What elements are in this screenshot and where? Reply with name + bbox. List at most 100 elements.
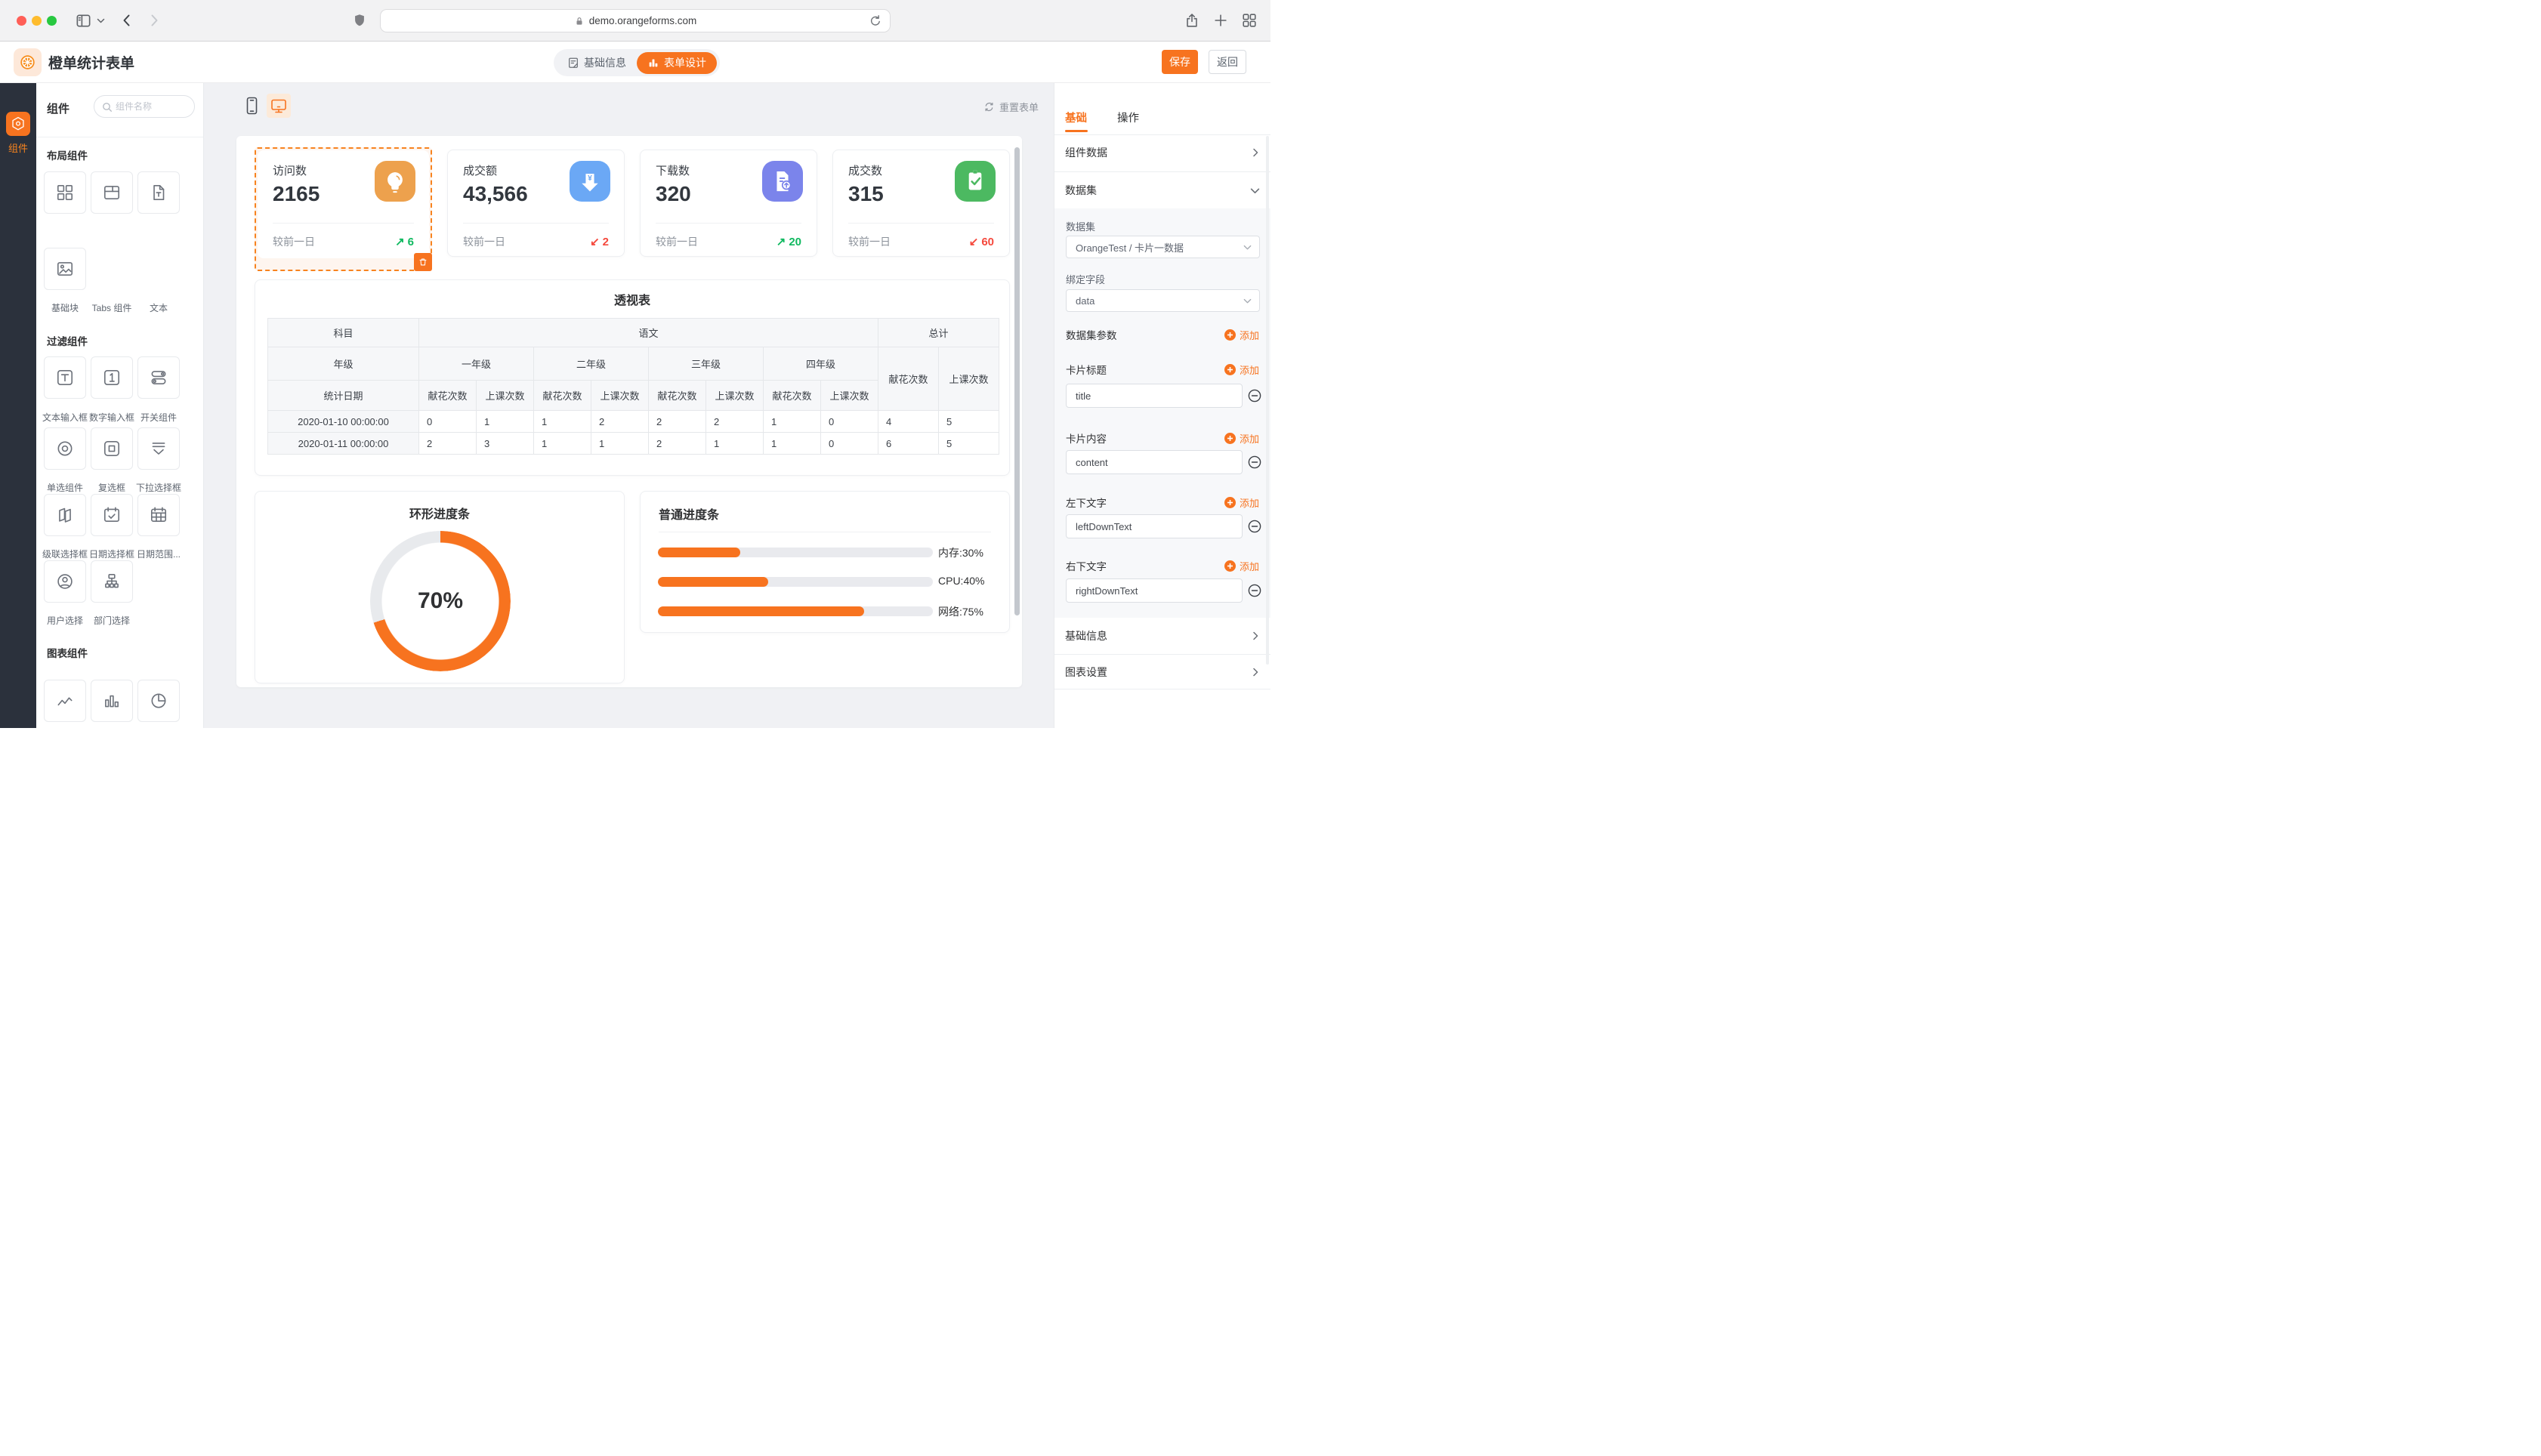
component-search-input[interactable] [116, 97, 191, 116]
ring-progress-card[interactable]: 环形进度条 70% [255, 491, 625, 683]
tab-basic-info[interactable]: 基础信息 [557, 52, 637, 74]
pivot-metric: 上课次数 [477, 381, 534, 411]
back-button-app[interactable]: 返回 [1209, 50, 1246, 74]
component-search[interactable] [94, 95, 195, 118]
canvas-scrollbar[interactable] [1014, 147, 1020, 615]
inspector-scrollbar[interactable] [1266, 136, 1269, 665]
document-upload-icon [762, 161, 803, 202]
component-bar-chart[interactable] [91, 680, 133, 722]
progress-label: CPU:40% [938, 575, 984, 587]
component-text-input[interactable] [44, 356, 86, 399]
back-button[interactable] [119, 13, 134, 28]
remove-card-title-button[interactable] [1248, 389, 1261, 403]
component-radio[interactable] [44, 427, 86, 470]
component-user-select[interactable] [44, 560, 86, 603]
dataset-select[interactable]: OrangeTest / 卡片一数据 [1066, 236, 1260, 258]
left-down-input-wrap [1066, 514, 1243, 538]
component-text[interactable] [137, 171, 180, 214]
tab-overview-icon[interactable] [1241, 12, 1258, 29]
pivot-metric: 献花次数 [649, 381, 706, 411]
property-inspector: 基础 操作 组件数据 数据集 数据集 OrangeTest / 卡片一数据 绑定… [1054, 83, 1270, 728]
card-content-input[interactable] [1067, 451, 1242, 474]
row-basic-info[interactable]: 基础信息 [1054, 618, 1270, 654]
pivot-metric: 上课次数 [939, 347, 999, 411]
card-title-input[interactable] [1067, 384, 1242, 407]
component-number-input[interactable] [91, 356, 133, 399]
left-down-input[interactable] [1067, 515, 1242, 538]
progress-bars-card[interactable]: 普通进度条 内存:30% CPU:40% 网络:75% [640, 491, 1010, 633]
app-header: 橙单统计表单 基础信息 表单设计 保存 返回 [0, 42, 1270, 83]
add-card-content-button[interactable]: 添加 [1224, 431, 1259, 446]
new-tab-icon[interactable] [1212, 12, 1229, 29]
row-dataset-group[interactable]: 数据集 [1054, 172, 1270, 208]
stat-card-deal-amount[interactable]: 成交额 43,566 ¥ 较前一日 ↙2 [447, 150, 625, 257]
pivot-total: 总计 [878, 319, 999, 347]
minimize-window-button[interactable] [32, 16, 42, 26]
component-basic-block[interactable] [44, 171, 86, 214]
refresh-icon[interactable] [869, 14, 882, 28]
close-window-button[interactable] [17, 16, 26, 26]
remove-left-down-button[interactable] [1248, 520, 1261, 533]
progress-title: 普通进度条 [659, 504, 719, 523]
remove-card-content-button[interactable] [1248, 455, 1261, 469]
row-chart-settings[interactable]: 图表设置 [1054, 654, 1270, 690]
sidebar-toggle-icon[interactable] [75, 12, 92, 29]
stat-card-deals[interactable]: 成交数 315 较前一日 ↙60 [832, 150, 1010, 257]
privacy-shield-icon[interactable] [352, 13, 367, 28]
plus-circle-icon [1224, 364, 1236, 375]
inspector-tab-actions[interactable]: 操作 [1117, 110, 1139, 125]
progress-track [658, 548, 933, 557]
remove-right-down-button[interactable] [1248, 584, 1261, 597]
plus-circle-icon [1224, 329, 1236, 341]
add-param-button[interactable]: 添加 [1224, 328, 1259, 342]
component-pie-chart[interactable] [137, 680, 180, 722]
ring-percent-label: 70% [370, 531, 511, 671]
component-line-chart[interactable] [44, 680, 86, 722]
card-content-input-wrap [1066, 450, 1243, 474]
mobile-preview-button[interactable] [239, 94, 264, 118]
progress-label: 内存:30% [938, 545, 983, 560]
stat-value: 320 [656, 182, 691, 206]
component-date-range[interactable] [137, 494, 180, 536]
zoom-window-button[interactable] [47, 16, 57, 26]
component-tabs[interactable] [91, 171, 133, 214]
save-button[interactable]: 保存 [1162, 50, 1198, 74]
component-select[interactable] [137, 427, 180, 470]
forward-button[interactable] [147, 13, 162, 28]
divider [273, 223, 414, 224]
divider [656, 223, 801, 224]
component-cascader[interactable] [44, 494, 86, 536]
stat-value: 315 [848, 182, 884, 206]
text-input-icon [55, 368, 75, 387]
add-card-title-button[interactable]: 添加 [1224, 362, 1259, 377]
chevron-down-icon[interactable] [97, 18, 105, 24]
desktop-preview-button[interactable] [267, 94, 291, 118]
stat-card-visits[interactable]: 访问数 2165 较前一日 ↗6 [258, 150, 429, 258]
row-component-data[interactable]: 组件数据 [1054, 134, 1270, 171]
tabs-layout-icon [102, 183, 122, 202]
reset-form-button[interactable]: 重置表单 [983, 100, 1039, 114]
inspector-tab-basic[interactable]: 基础 [1065, 110, 1087, 125]
component-switch[interactable] [137, 356, 180, 399]
url-text: demo.orangeforms.com [589, 15, 697, 26]
rail-components-button[interactable] [6, 112, 30, 136]
component-dept-select[interactable] [91, 560, 133, 603]
right-down-input[interactable] [1067, 579, 1242, 602]
pivot-table-card[interactable]: 透视表 科目 语文 总计 年级 一年级 二年级 三年级 [255, 279, 1010, 476]
bind-field-select[interactable]: data [1066, 289, 1260, 312]
selected-component-wrapper[interactable]: 访问数 2165 较前一日 ↗6 [255, 147, 432, 271]
component-image[interactable] [44, 248, 86, 290]
stat-card-downloads[interactable]: 下载数 320 较前一日 ↗20 [640, 150, 817, 257]
url-bar[interactable]: demo.orangeforms.com [380, 9, 891, 32]
left-rail: 组件 [0, 83, 36, 728]
share-icon[interactable] [1184, 12, 1200, 29]
add-right-down-button[interactable]: 添加 [1224, 559, 1259, 573]
chevron-down-icon [1243, 243, 1252, 251]
add-left-down-button[interactable]: 添加 [1224, 495, 1259, 510]
tab-form-design[interactable]: 表单设计 [637, 52, 717, 74]
delete-component-button[interactable] [414, 253, 432, 271]
yen-download-icon: ¥ [570, 161, 610, 202]
component-label: 文本 [130, 301, 187, 314]
component-checkbox[interactable] [91, 427, 133, 470]
component-date-picker[interactable] [91, 494, 133, 536]
